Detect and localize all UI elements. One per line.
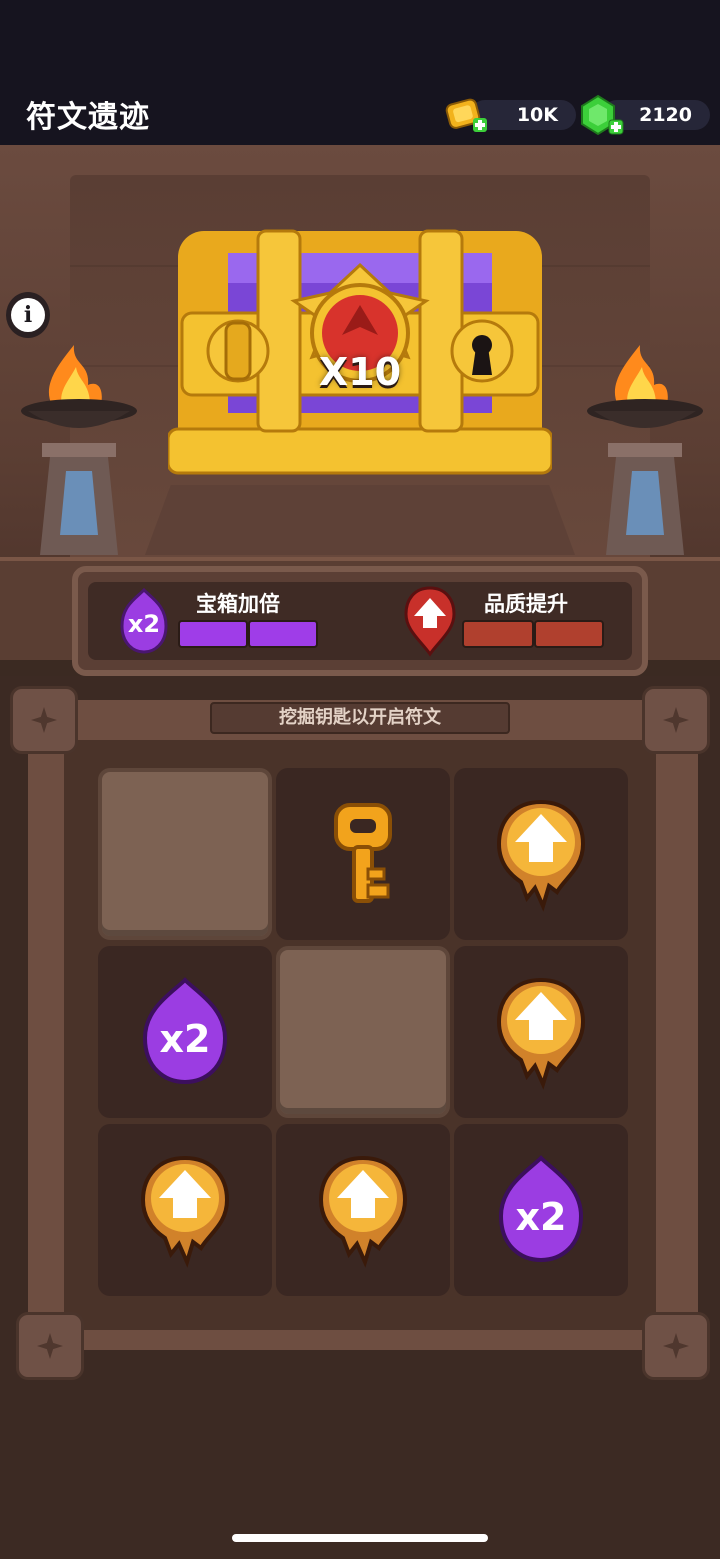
key-icon [334, 803, 392, 903]
board-corner-top-right [642, 686, 710, 754]
right-torch [587, 345, 703, 555]
chest-multiplier-label: X10 [318, 350, 402, 394]
chest-pedestal [145, 485, 575, 555]
page-title: 符文遗迹 [26, 100, 150, 135]
gem-plus-icon[interactable] [578, 94, 624, 138]
quality-up-rune-icon [318, 1155, 408, 1268]
quality-up-rune-icon [404, 586, 456, 657]
quality-up-rune-icon [140, 1155, 230, 1268]
board-cell-key[interactable] [276, 768, 450, 940]
gold-bar-plus-icon[interactable] [442, 94, 488, 138]
board-cell-quality-up[interactable] [98, 1124, 272, 1296]
board-cell-quality-up[interactable] [454, 768, 628, 940]
board-cell-quality-up[interactable] [276, 1124, 450, 1296]
double-rune-icon: x2 [142, 977, 228, 1085]
gold-amount: 10K [516, 104, 558, 126]
board-corner-top-left [10, 686, 78, 754]
star-icon [663, 707, 689, 733]
chest-double-badge: x2 [128, 610, 160, 638]
quality-up-rune-icon [496, 977, 586, 1090]
info-button[interactable]: i [6, 292, 50, 338]
board-cell-covered[interactable] [98, 768, 272, 940]
quality-up-segment-2 [534, 620, 604, 648]
double-rune-label: x2 [516, 1195, 567, 1239]
chest-double-segment-2 [248, 620, 318, 648]
dig-hint-banner: 挖掘钥匙以开启符文 [210, 702, 510, 734]
quality-up-label: 品质提升 [484, 592, 568, 616]
home-indicator[interactable] [232, 1534, 488, 1542]
double-rune-label: x2 [160, 1017, 211, 1061]
chest-double-segment-1 [178, 620, 248, 648]
board-cell-double[interactable]: x2 [454, 1124, 628, 1296]
left-torch [21, 345, 137, 555]
star-icon [663, 1333, 689, 1359]
star-icon [37, 1333, 63, 1359]
board-corner-bottom-left [16, 1312, 84, 1380]
star-icon [31, 707, 57, 733]
board-cell-quality-up[interactable] [454, 946, 628, 1118]
chest-double-rune-icon: x2 [120, 587, 168, 654]
board-cell-double[interactable]: x2 [98, 946, 272, 1118]
double-rune-icon: x2 [498, 1155, 584, 1263]
chest-double-label: 宝箱加倍 [196, 592, 280, 616]
board-corner-bottom-right [642, 1312, 710, 1380]
quality-up-rune-icon [496, 799, 586, 912]
quality-up-segment-1 [462, 620, 534, 648]
board-cell-covered[interactable] [276, 946, 450, 1118]
info-icon: i [11, 298, 45, 332]
gem-amount: 2120 [639, 104, 692, 126]
